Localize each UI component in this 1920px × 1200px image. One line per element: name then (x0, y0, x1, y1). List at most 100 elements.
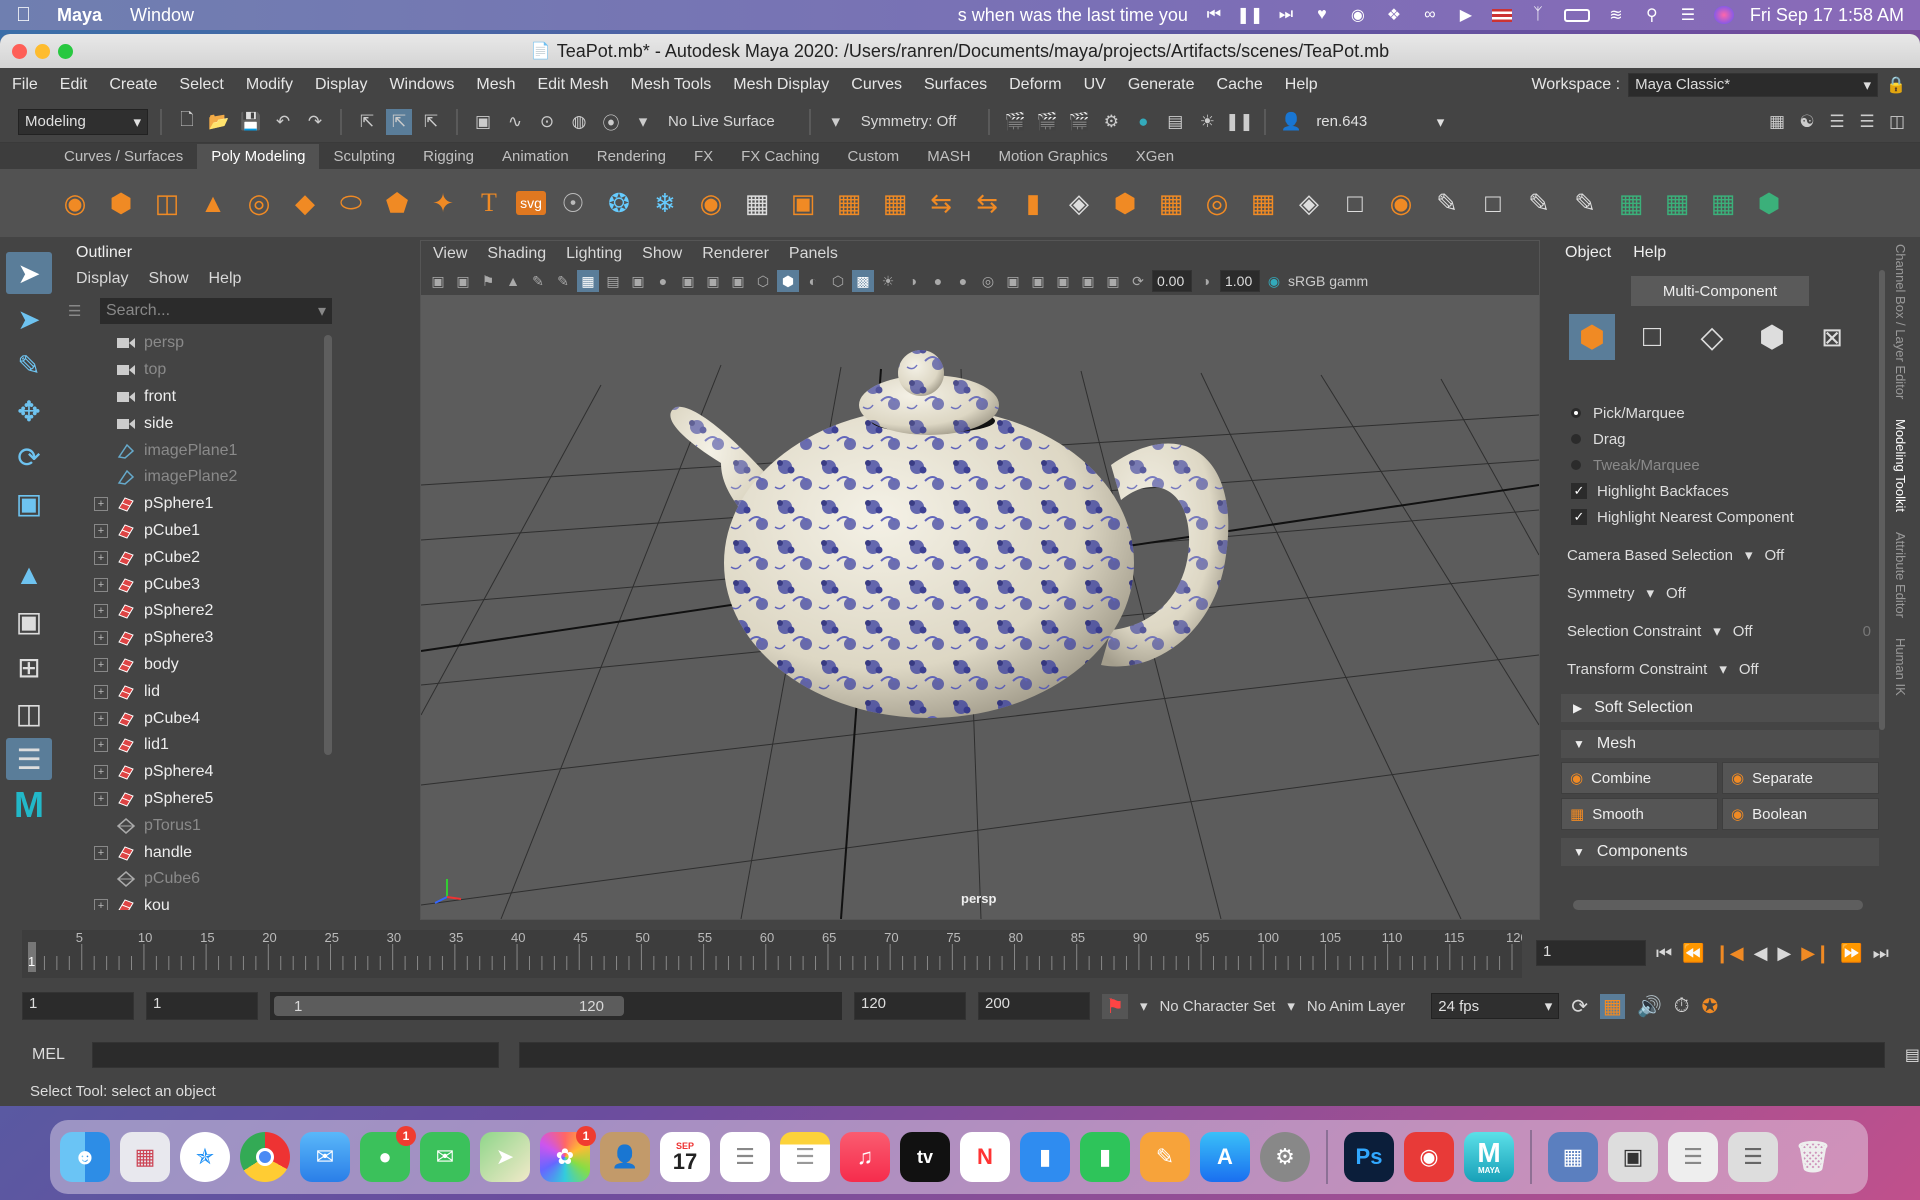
play-forwards-icon[interactable]: ▶ (1777, 943, 1791, 964)
numbers-dock-icon[interactable]: ▮ (1080, 1132, 1130, 1182)
previous-track-icon[interactable]: ⏮ (1204, 6, 1224, 24)
smooth-shelf-icon[interactable]: ▦ (830, 184, 868, 222)
film-gate-icon[interactable]: ▤ (602, 270, 624, 292)
color-space-label[interactable]: sRGB gamm (1288, 273, 1368, 289)
system-preferences-dock-icon[interactable]: ⚙ (1260, 1132, 1310, 1182)
outliner-search-input[interactable]: Search... ▾ (100, 298, 332, 324)
downloads-stack-dock-icon[interactable]: ▦ (1548, 1132, 1598, 1182)
camera-select-icon[interactable]: ▣ (427, 270, 449, 292)
facetime-dock-icon[interactable]: ● 1 (360, 1126, 416, 1182)
snap-live-icon[interactable]: ⦿ (598, 109, 624, 135)
extract-shelf-icon[interactable]: ▣ (784, 184, 822, 222)
gamma-field[interactable]: 1.00 (1220, 270, 1260, 292)
poly-disc-icon[interactable]: ⬭ (332, 184, 370, 222)
animation-end-field[interactable]: 200 (978, 992, 1090, 1020)
insert-loop-shelf-icon[interactable]: ▦ (1244, 184, 1282, 222)
go-to-start-icon[interactable]: ⏮ (1656, 943, 1672, 964)
use-all-lights-icon[interactable]: ☀ (877, 270, 899, 292)
step-back-key-icon[interactable]: ❙◀ (1715, 943, 1744, 964)
playback-options-icon[interactable]: ▦ (1600, 993, 1625, 1019)
safe-title-icon[interactable]: ▣ (727, 270, 749, 292)
outliner-item[interactable]: + pSphere1 (60, 491, 340, 518)
anim-layer-label[interactable]: No Anim Layer (1307, 998, 1405, 1015)
save-scene-icon[interactable]: 💾 (238, 109, 264, 135)
outliner-item[interactable]: + pCube1 (60, 518, 340, 545)
object-mode-icon[interactable]: ⬢ (1569, 314, 1615, 360)
menu-mesh-tools[interactable]: Mesh Tools (631, 76, 712, 94)
control-center-icon[interactable]: ☰ (1678, 6, 1698, 24)
menu-generate[interactable]: Generate (1128, 76, 1195, 94)
playback-start-field[interactable]: 1 (146, 992, 258, 1020)
combine-button[interactable]: ◉ Combine (1561, 762, 1718, 794)
outliner-item[interactable]: top (60, 357, 340, 384)
auto-key-icon[interactable]: ⚑ (1102, 993, 1128, 1019)
menu-help[interactable]: Help (1285, 76, 1318, 94)
poly-plane-icon[interactable]: ◆ (286, 184, 324, 222)
shelf-tab-xgen[interactable]: XGen (1122, 144, 1188, 169)
expand-icon[interactable]: + (94, 550, 108, 565)
multi-component-button[interactable]: Multi-Component (1631, 276, 1809, 306)
resolution-gate-icon[interactable]: ▣ (627, 270, 649, 292)
expand-icon[interactable]: + (94, 523, 108, 538)
menu-file[interactable]: File (12, 76, 38, 94)
uv-planar-icon[interactable]: ▦ (1612, 184, 1650, 222)
motion-blur-icon[interactable]: ● (952, 270, 974, 292)
grid-icon[interactable]: ▦ (577, 270, 599, 292)
transform-constraint-row[interactable]: Transform Constraint ▾ Off (1555, 656, 1885, 682)
outliner-item[interactable]: imagePlane1 (60, 437, 340, 464)
face-mode-icon[interactable]: ⬢ (1749, 314, 1795, 360)
news-dock-icon[interactable]: N (960, 1132, 1010, 1182)
lock-icon[interactable]: 🔒 (1886, 75, 1906, 95)
shelf-tab-curves-surfaces[interactable]: Curves / Surfaces (50, 144, 197, 169)
step-back-frame-icon[interactable]: ⏪ (1682, 943, 1704, 964)
selection-constraint-row[interactable]: Selection Constraint ▾ Off 0 (1555, 618, 1885, 644)
smooth-shade-icon[interactable]: ⬢ (777, 270, 799, 292)
connect-tool-icon[interactable]: ✎ (1520, 184, 1558, 222)
select-object-icon[interactable]: ⇱ (386, 108, 412, 135)
spotlight-search-icon[interactable]: ⚲ (1642, 6, 1662, 24)
symmetry-label[interactable]: Symmetry: Off (861, 113, 957, 130)
viewport-menu-renderer[interactable]: Renderer (702, 245, 769, 263)
pause-icon[interactable]: ❚❚ (1237, 6, 1264, 24)
boolean-button[interactable]: ◉ Boolean (1722, 798, 1879, 830)
menu-windows[interactable]: Windows (389, 76, 454, 94)
menu-mesh[interactable]: Mesh (476, 76, 515, 94)
next-track-icon[interactable]: ⏭ (1276, 6, 1296, 24)
camera-attributes-icon[interactable]: ▣ (452, 270, 474, 292)
expand-icon[interactable]: + (94, 577, 108, 592)
outliner-item[interactable]: + pCube2 (60, 544, 340, 571)
attribute-editor-toggle-icon[interactable]: ☰ (1824, 109, 1850, 135)
exposure-field[interactable]: 0.00 (1152, 270, 1192, 292)
outliner-layout-icon[interactable]: ☰ (6, 738, 52, 780)
pages-dock-icon[interactable]: ✎ (1140, 1132, 1190, 1182)
animation-preferences-icon[interactable]: ✪ (1701, 994, 1718, 1019)
viewport-menu-show[interactable]: Show (642, 245, 682, 263)
bridge-shelf-icon[interactable]: ◈ (1060, 184, 1098, 222)
side-tab-attribute-editor[interactable]: Attribute Editor (1893, 532, 1908, 618)
lasso-tool-icon[interactable]: ➤ (6, 298, 52, 340)
outliner-item[interactable]: side (60, 410, 340, 437)
toolkit-menu-object[interactable]: Object (1565, 244, 1611, 262)
reminders-dock-icon[interactable]: ☰ (720, 1132, 770, 1182)
render-view-icon[interactable]: 🎬 (1002, 109, 1028, 135)
viewport-menu-view[interactable]: View (433, 245, 467, 263)
reduce-shelf-icon[interactable]: ▦ (876, 184, 914, 222)
safari-dock-icon[interactable]: ✯ (180, 1132, 230, 1182)
uv-auto-icon[interactable]: ⬢ (1750, 184, 1788, 222)
outliner-item[interactable]: + handle (60, 839, 340, 866)
menu-modify[interactable]: Modify (246, 76, 293, 94)
uv-cylindrical-icon[interactable]: ▦ (1658, 184, 1696, 222)
side-tab-modeling-toolkit[interactable]: Modeling Toolkit (1893, 419, 1908, 512)
components-section[interactable]: ▼ Components (1561, 838, 1879, 866)
outliner-item[interactable]: imagePlane2 (60, 464, 340, 491)
photoshop-dock-icon[interactable]: Ps (1344, 1132, 1394, 1182)
pause-viewport-icon[interactable]: ❚❚ (1225, 109, 1254, 135)
menu-surfaces[interactable]: Surfaces (924, 76, 987, 94)
move-tool-icon[interactable]: ✥ (6, 390, 52, 432)
image-plane-icon[interactable]: ▲ (502, 270, 524, 292)
wireframe-on-shaded-icon[interactable]: ⬡ (827, 270, 849, 292)
outliner-item[interactable]: + lid (60, 678, 340, 705)
ambient-occlusion-icon[interactable]: ● (927, 270, 949, 292)
platonic-solid-icon[interactable]: ⬟ (378, 184, 416, 222)
vertex-mode-icon[interactable]: □ (1629, 314, 1675, 360)
